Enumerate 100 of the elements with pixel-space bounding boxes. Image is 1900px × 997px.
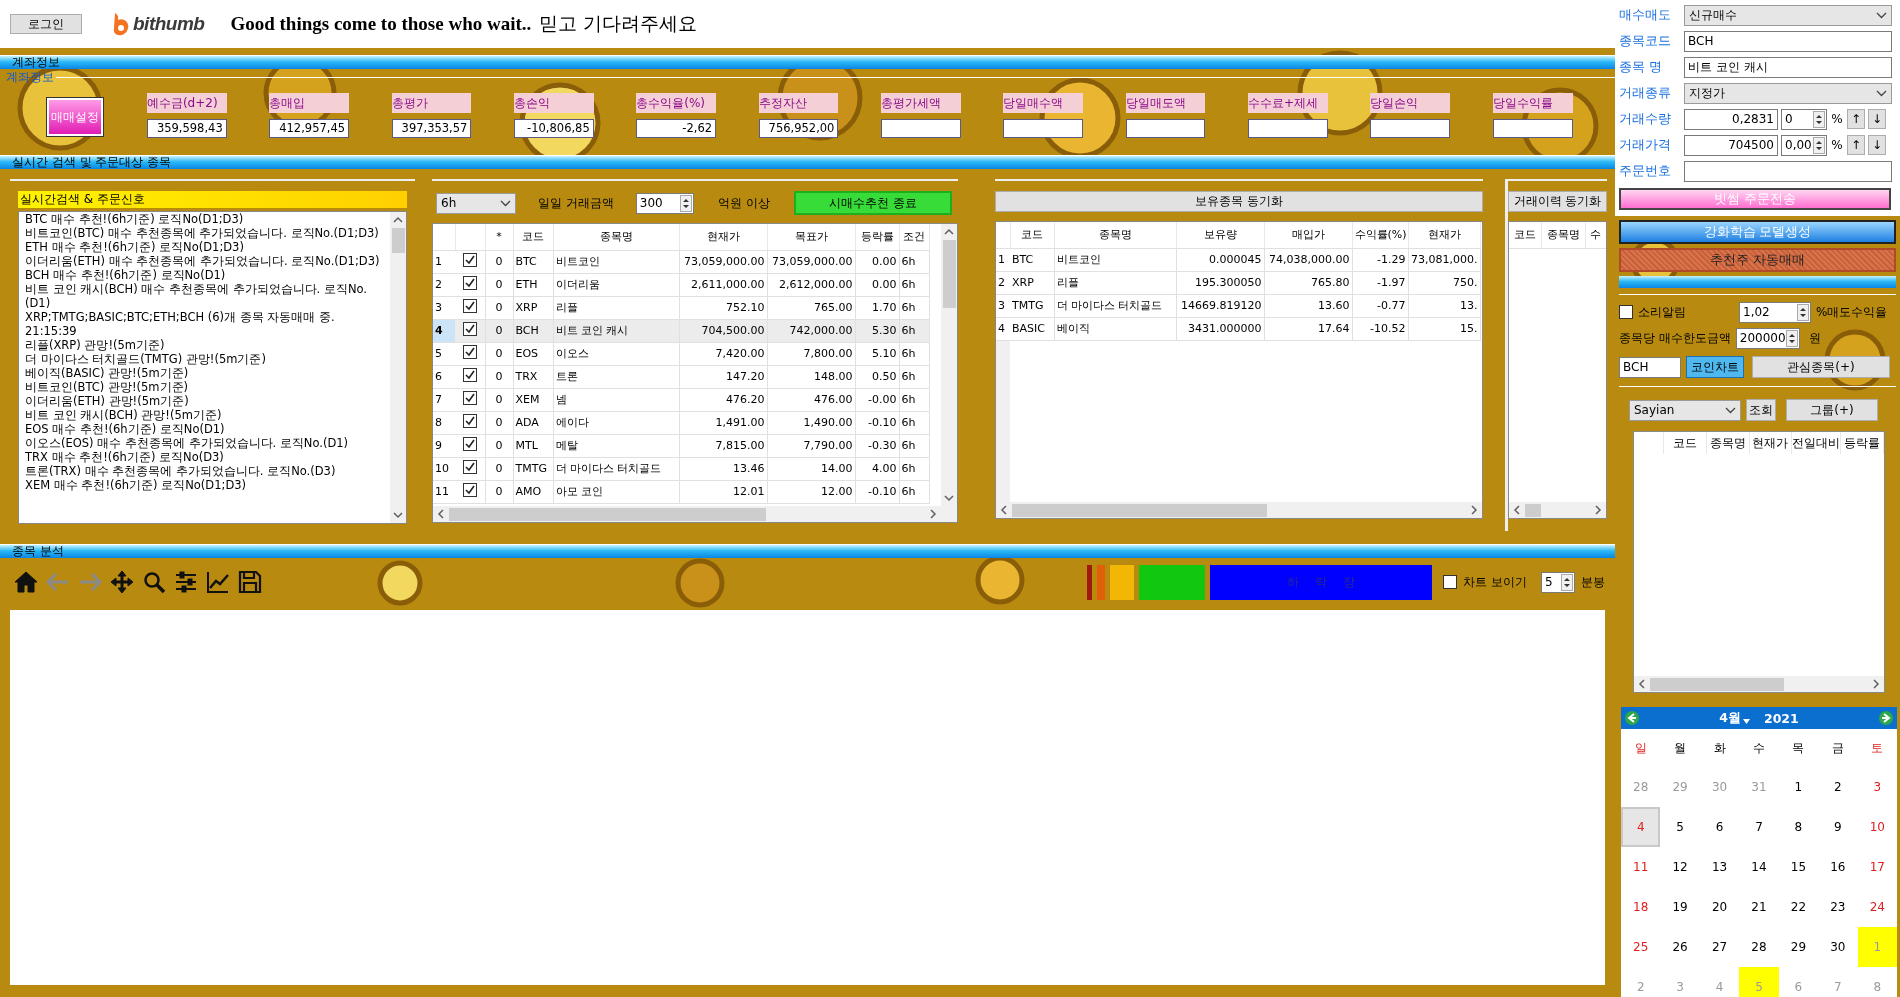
row-number: 10 <box>433 457 455 480</box>
table-cell: 0.00 <box>855 250 899 273</box>
scrollbar-thumb[interactable] <box>1012 503 1268 517</box>
column-header: 현재가 <box>1408 222 1480 248</box>
value-field: 756,952,00 <box>758 119 839 138</box>
row-number: 2 <box>433 273 455 296</box>
checkbox[interactable] <box>1443 575 1458 589</box>
value-field: 397,353,57 <box>391 119 472 138</box>
column-header: 수 <box>1585 222 1606 248</box>
column-header: 등락률 <box>855 224 899 250</box>
table-row[interactable]: 8 0 ADA 에이다 1,491.00 1,490.00 -0.10 6h <box>433 411 929 434</box>
stop-recommend-button[interactable]: 시매수추천 종료 <box>794 191 952 215</box>
table-cell: -0.00 <box>855 388 899 411</box>
table-row[interactable]: 1 0 BTC 비트코인 73,059,000.00 73,059,000.00 0.00 6h <box>433 250 929 273</box>
table-cell: 752.10 <box>679 296 767 319</box>
checkbox[interactable] <box>462 299 477 313</box>
table-cell: 이오스 <box>553 342 679 365</box>
table-cell: 3431.000000 <box>1176 317 1264 340</box>
move-icon[interactable] <box>110 570 134 594</box>
table-row[interactable]: 9 0 MTL 메탈 7,815.00 7,790.00 -0.30 6h <box>433 434 929 457</box>
table-cell: 148.00 <box>767 365 855 388</box>
column-header: 종목명 <box>1541 222 1585 248</box>
table-cell: 195.300050 <box>1176 271 1264 294</box>
table-cell: AMO <box>513 480 553 503</box>
table-cell: 비트 코인 캐시 <box>553 319 679 342</box>
table-cell: 아모 코인 <box>553 480 679 503</box>
slogan: Good things come to those who wait.. <box>230 13 532 35</box>
checkbox[interactable] <box>462 437 477 451</box>
scrollbar[interactable] <box>941 224 957 506</box>
log-line: 이더리움(ETH) 관망!(5m기준) <box>25 394 190 408</box>
field-label: 당일매도액 <box>1125 93 1206 113</box>
table-row[interactable]: 11 0 AMO 아모 코인 12.01 12.00 -0.10 6h <box>433 480 929 503</box>
section-title: 종목 분석 <box>12 544 64 558</box>
table-cell: 넴 <box>553 388 679 411</box>
table-cell: 12.01 <box>679 480 767 503</box>
table-cell: XRP <box>1010 271 1054 294</box>
table-cell: 765.00 <box>767 296 855 319</box>
checkbox[interactable] <box>462 391 477 405</box>
scrollbar-thumb[interactable] <box>449 507 767 521</box>
checkbox[interactable] <box>462 460 477 474</box>
row-number: 4 <box>433 319 455 342</box>
zoom-icon[interactable] <box>142 570 166 594</box>
minutes-unit: 분봉 <box>1581 573 1605 591</box>
table-cell: 7,815.00 <box>679 434 767 457</box>
log-line: 비트 코인 캐시(BCH) 관망!(5m기준) <box>25 408 223 422</box>
scrollbar[interactable] <box>390 212 406 523</box>
log-line: ETH 매수 추천!(6h기준) 로직No(D1;D3) <box>25 240 245 254</box>
scrollbar-thumb[interactable] <box>1525 503 1542 517</box>
table-cell: 6h <box>899 480 929 503</box>
minutes-spin-field[interactable]: 5 <box>1541 571 1575 593</box>
table-cell: 0 <box>485 250 513 273</box>
checkbox[interactable] <box>462 322 477 336</box>
checkbox[interactable] <box>462 368 477 382</box>
table-cell: 더 마이다스 터치골드 <box>553 457 679 480</box>
table-row[interactable]: 5 0 EOS 이오스 7,420.00 7,800.00 5.10 6h <box>433 342 929 365</box>
table-row[interactable]: 6 0 TRX 트론 147.20 148.00 0.50 6h <box>433 365 929 388</box>
interval-select[interactable]: 6h <box>436 192 516 214</box>
table-cell: 4.00 <box>855 457 899 480</box>
log-line: BCH 매수 추천!(6h기준) 로직No(D1) <box>25 268 227 282</box>
scrollbar-thumb[interactable] <box>391 228 405 254</box>
table-cell: 6h <box>899 434 929 457</box>
table-cell: XEM <box>513 388 553 411</box>
checkbox[interactable] <box>462 276 477 290</box>
sync-button[interactable]: 거래이력 동기화 <box>1508 191 1607 212</box>
section-title: 실시간 검색 및 주문대상 종목 <box>12 155 172 169</box>
scrollbar[interactable] <box>1509 502 1606 518</box>
table-cell: 73,081,000. <box>1408 248 1480 271</box>
line-chart-icon[interactable] <box>206 570 230 594</box>
table-cell: 15. <box>1408 317 1480 340</box>
save-icon[interactable] <box>238 570 262 594</box>
table-row[interactable]: 7 0 XEM 넴 476.20 476.00 -0.00 6h <box>433 388 929 411</box>
table-cell: 6h <box>899 411 929 434</box>
scrollbar[interactable] <box>996 502 1482 518</box>
table-row[interactable]: 2 0 ETH 이더리움 2,611,000.00 2,612,000.00 0.00 6h <box>433 273 929 296</box>
sync-button[interactable]: 보유종목 동기화 <box>995 191 1483 212</box>
table-row[interactable]: 3 0 XRP 리플 752.10 765.00 1.70 6h <box>433 296 929 319</box>
row-number: 4 <box>996 317 1010 340</box>
checkbox[interactable] <box>462 483 477 497</box>
unit-label: 억원 이상 <box>717 194 770 212</box>
table-cell: 0 <box>485 273 513 296</box>
value-field: -10,806,85 <box>513 119 594 138</box>
home-icon[interactable] <box>14 570 38 594</box>
table-row[interactable]: 10 0 TMTG 더 마이다스 터치골드 13.46 14.00 4.00 6h <box>433 457 929 480</box>
column-header: 코드 <box>513 224 553 250</box>
table-cell: TMTG <box>1010 294 1054 317</box>
log-line: 이오스(EOS) 매수 추천종목에 추가되었습니다. 로직No.(D1) <box>25 436 350 450</box>
table-cell: 476.00 <box>767 388 855 411</box>
table-cell: 74,038,000.00 <box>1264 248 1352 271</box>
checkbox[interactable] <box>462 345 477 359</box>
table-cell: 0 <box>485 480 513 503</box>
checkbox[interactable] <box>462 253 477 267</box>
table-cell: 리플 <box>1054 271 1176 294</box>
login-button[interactable]: 로그인 <box>10 14 82 34</box>
table-row[interactable]: 4 0 BCH 비트 코인 캐시 704,500.00 742,000.00 5.30 6h <box>433 319 929 342</box>
column-header: 현재가 <box>679 224 767 250</box>
checkbox[interactable] <box>462 414 477 428</box>
scrollbar-thumb[interactable] <box>942 240 956 309</box>
sliders-icon[interactable] <box>174 570 198 594</box>
scrollbar[interactable] <box>433 506 941 522</box>
table-cell: 13.60 <box>1264 294 1352 317</box>
